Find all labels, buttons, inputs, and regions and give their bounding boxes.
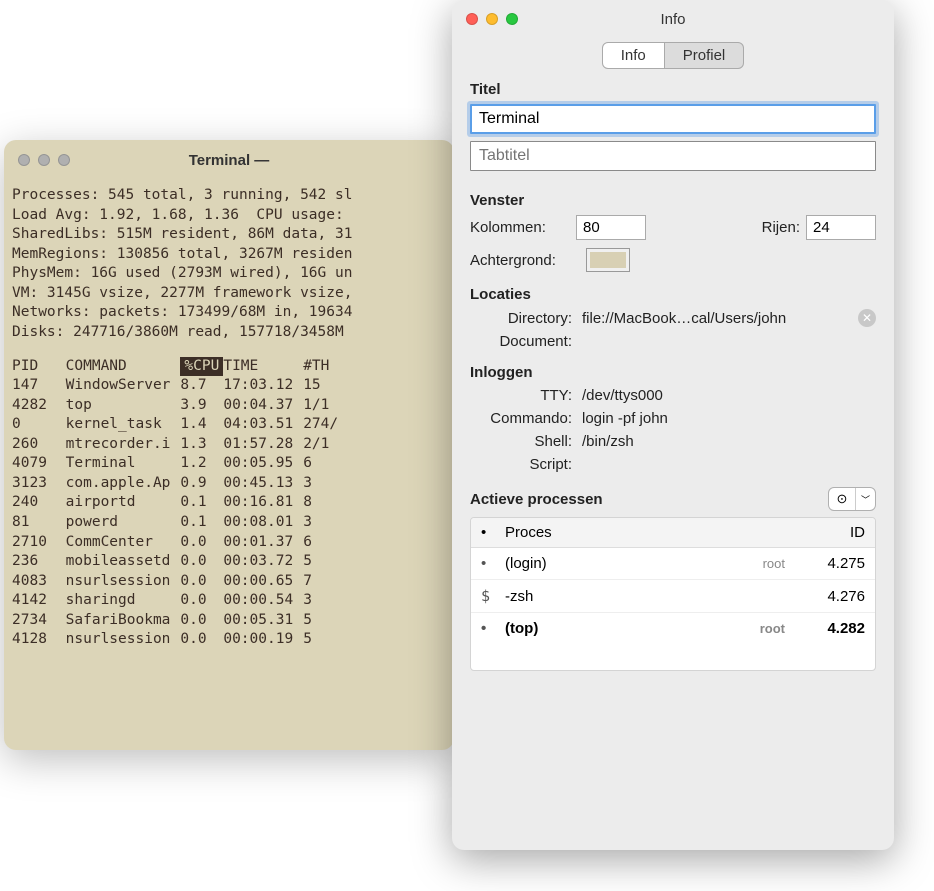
chevron-down-icon: ﹀ <box>855 488 875 510</box>
col-process[interactable]: Proces <box>505 524 735 541</box>
process-id: 4.276 <box>795 588 865 605</box>
info-titlebar: Info <box>452 0 894 38</box>
info-window: Info Info Profiel Titel Venster Kolommen… <box>452 0 894 850</box>
table-row: 81 powerd 0.100:08.013 <box>12 513 348 533</box>
section-title: Titel <box>452 81 894 178</box>
table-row: 4079 Terminal 1.200:05.956 <box>12 454 348 474</box>
value-shell: /bin/zsh <box>582 433 876 450</box>
col-pid: PID <box>12 357 66 377</box>
table-row: 147 WindowServer8.717:03.1215 <box>12 376 348 396</box>
clear-directory-icon[interactable]: ✕ <box>858 309 876 327</box>
terminal-stat-line: VM: 3145G vsize, 2277M framework vsize, <box>12 284 446 304</box>
terminal-stat-line: Processes: 545 total, 3 running, 542 sl <box>12 186 446 206</box>
active-processes-table: • Proces ID •(login)root4.275$-zsh4.276•… <box>470 517 876 671</box>
section-locations: Locaties Directory: file://MacBook…cal/U… <box>452 286 894 350</box>
table-row: 3123 com.apple.Ap0.900:45.133 <box>12 474 348 494</box>
terminal-body[interactable]: Processes: 545 total, 3 running, 542 slL… <box>4 180 454 656</box>
process-actions-menu[interactable]: ⊙ ﹀ <box>828 487 876 511</box>
minimize-icon[interactable] <box>38 154 50 166</box>
close-icon[interactable] <box>466 13 478 25</box>
rows-input[interactable] <box>806 215 876 240</box>
process-name: -zsh <box>505 588 735 605</box>
col-bullet: • <box>481 524 505 541</box>
label-command: Commando: <box>470 410 582 427</box>
col-id[interactable]: ID <box>795 524 865 541</box>
tab-info[interactable]: Info <box>602 42 665 69</box>
process-bullet: • <box>481 555 505 572</box>
label-login: Inloggen <box>470 364 876 381</box>
zoom-icon[interactable] <box>506 13 518 25</box>
traffic-lights-inactive <box>18 154 70 166</box>
terminal-stat-line: Disks: 247716/3860M read, 157718/3458M <box>12 323 446 343</box>
terminal-window-title: Terminal — <box>4 152 454 169</box>
table-row: 4142 sharingd 0.000:00.543 <box>12 591 348 611</box>
table-row[interactable]: $-zsh 4.276 <box>471 580 875 613</box>
columns-input[interactable] <box>576 215 646 240</box>
terminal-stat-line: SharedLibs: 515M resident, 86M data, 31 <box>12 225 446 245</box>
label-rows: Rijen: <box>762 219 800 236</box>
col-command: COMMAND <box>66 357 181 377</box>
terminal-titlebar: Terminal — <box>4 140 454 180</box>
col-time: TIME <box>223 357 303 377</box>
terminal-stat-line: Load Avg: 1.92, 1.68, 1.36 CPU usage: <box>12 206 446 226</box>
label-shell: Shell: <box>470 433 582 450</box>
close-icon[interactable] <box>18 154 30 166</box>
process-id: 4.275 <box>795 555 865 572</box>
info-window-title: Info <box>452 11 894 28</box>
label-document: Document: <box>470 333 582 350</box>
process-bullet: $ <box>481 587 505 605</box>
table-row[interactable]: •(top)root4.282 <box>471 613 875 644</box>
label-tty: TTY: <box>470 387 582 404</box>
ellipsis-circle-icon: ⊙ <box>829 488 855 510</box>
process-user: root <box>735 621 795 636</box>
table-row[interactable]: •(login)root4.275 <box>471 548 875 580</box>
process-top-table: PID COMMAND %CPU TIME #TH 147 WindowServ… <box>12 357 348 650</box>
value-tty: /dev/ttys000 <box>582 387 876 404</box>
tab-title-input[interactable] <box>470 141 876 171</box>
label-columns: Kolommen: <box>470 219 570 236</box>
table-row: 236 mobileassetd0.000:03.725 <box>12 552 348 572</box>
table-row: 2710 CommCenter 0.000:01.376 <box>12 533 348 553</box>
process-id: 4.282 <box>795 620 865 637</box>
background-color-well[interactable] <box>586 248 630 272</box>
label-window: Venster <box>470 192 876 209</box>
terminal-stat-line: Networks: packets: 173499/68M in, 19634 <box>12 303 446 323</box>
label-processes: Actieve processen <box>470 491 603 508</box>
terminal-stat-line: PhysMem: 16G used (2793M wired), 16G un <box>12 264 446 284</box>
terminal-window: Terminal — Processes: 545 total, 3 runni… <box>4 140 454 750</box>
window-title-input[interactable] <box>470 104 876 134</box>
table-row: 2734 SafariBookma0.000:05.315 <box>12 611 348 631</box>
table-row: 4282 top 3.900:04.371/1 <box>12 396 348 416</box>
label-script: Script: <box>470 456 582 473</box>
process-user: root <box>735 556 795 571</box>
tab-profile[interactable]: Profiel <box>665 42 745 69</box>
zoom-icon[interactable] <box>58 154 70 166</box>
process-bullet: • <box>481 620 505 637</box>
col-user <box>735 524 795 541</box>
terminal-stat-line: MemRegions: 130856 total, 3267M residen <box>12 245 446 265</box>
value-command: login -pf john <box>582 410 876 427</box>
table-row: 0 kernel_task 1.404:03.51274/ <box>12 415 348 435</box>
label-title: Titel <box>470 81 876 98</box>
traffic-lights-active <box>466 13 518 25</box>
table-row: 260 mtrecorder.i1.301:57.282/1 <box>12 435 348 455</box>
process-name: (login) <box>505 555 735 572</box>
section-login: Inloggen TTY: /dev/ttys000 Commando: log… <box>452 364 894 473</box>
table-row: 4128 nsurlsession0.000:00.195 <box>12 630 348 650</box>
label-directory: Directory: <box>470 310 582 327</box>
table-row-empty <box>471 644 875 670</box>
segmented-tabs: Info Profiel <box>452 42 894 69</box>
value-directory: file://MacBook…cal/Users/john <box>582 310 858 327</box>
minimize-icon[interactable] <box>486 13 498 25</box>
section-window: Venster Kolommen: Rijen: Achtergrond: <box>452 192 894 272</box>
col-cpu: %CPU <box>180 357 223 377</box>
section-processes-header: Actieve processen ⊙ ﹀ <box>452 487 894 511</box>
process-name: (top) <box>505 620 735 637</box>
table-row: 240 airportd 0.100:16.818 <box>12 493 348 513</box>
label-background: Achtergrond: <box>470 252 580 269</box>
table-row: 4083 nsurlsession0.000:00.657 <box>12 572 348 592</box>
col-th: #TH <box>303 357 348 377</box>
label-locations: Locaties <box>470 286 876 303</box>
